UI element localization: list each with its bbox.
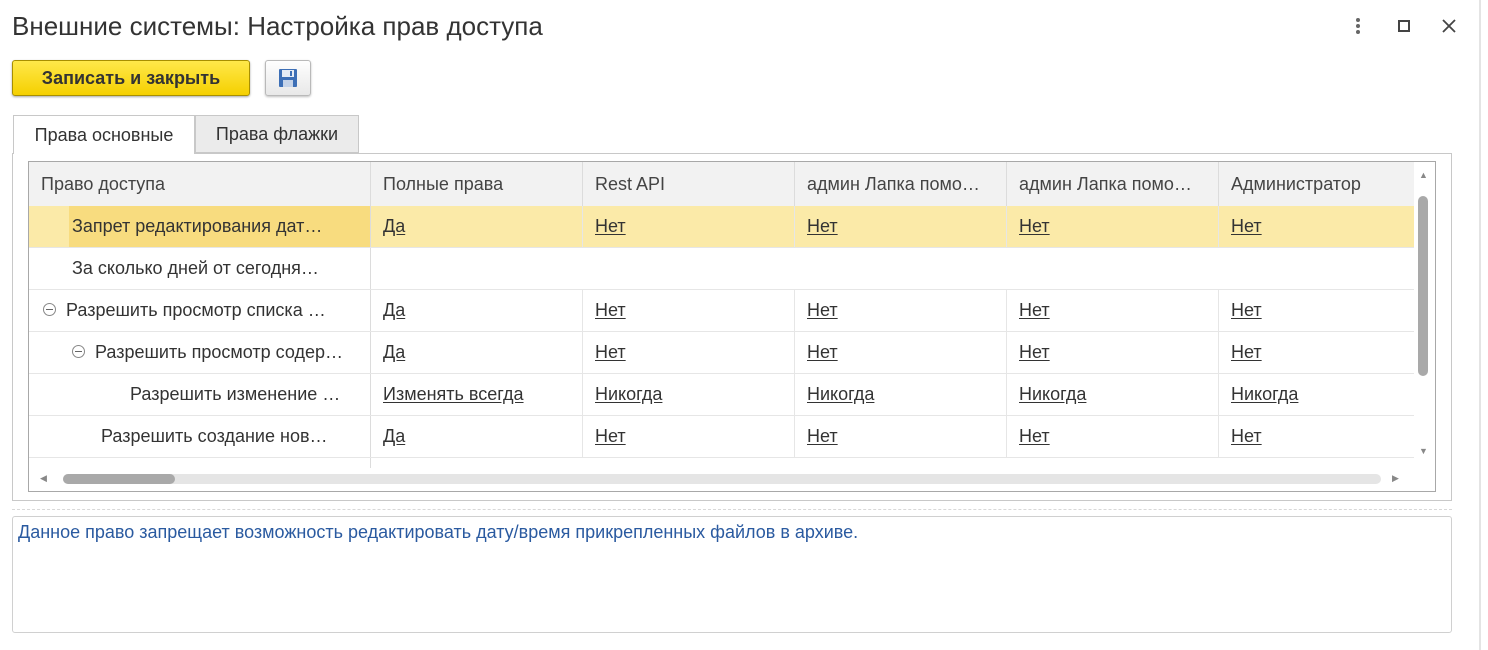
right-value-link[interactable]: Да: [383, 342, 405, 362]
save-button[interactable]: [265, 60, 311, 96]
window-title: Внешние системы: Настройка прав доступа: [12, 11, 543, 41]
tab-flag-rights-label: Права флажки: [215, 123, 339, 144]
column-header-admin-lapka-1[interactable]: админ Лапка помо…: [795, 162, 1007, 206]
close-icon: [1442, 19, 1456, 33]
right-value-link[interactable]: Никогда: [807, 384, 874, 404]
table-row[interactable]: За сколько дней от сегодня…: [29, 248, 1414, 290]
rights-table[interactable]: Право доступа Полные права Rest API адми…: [28, 161, 1436, 492]
maximize-icon: [1398, 20, 1410, 32]
right-value-link[interactable]: Нет: [1231, 216, 1262, 236]
right-name-cell: [29, 458, 371, 468]
save-and-close-button[interactable]: Записать и закрыть: [12, 60, 250, 96]
description-box: Данное право запрещает возможность редак…: [12, 516, 1452, 633]
right-value-link[interactable]: Нет: [807, 426, 838, 446]
vertical-scrollbar[interactable]: ▲ ▼: [1414, 162, 1435, 460]
right-value-link[interactable]: Изменять всегда: [383, 384, 524, 404]
collapse-icon[interactable]: [43, 302, 56, 316]
right-value-link[interactable]: Нет: [1231, 300, 1262, 320]
right-value-link[interactable]: Никогда: [1019, 384, 1086, 404]
empty-values-cell: [371, 248, 1414, 289]
scroll-right-arrow-icon[interactable]: ▶: [1392, 473, 1399, 484]
right-name: Разрешить изменение …: [29, 374, 371, 415]
right-value-link[interactable]: Нет: [595, 216, 626, 236]
table-row[interactable]: Разрешить просмотр списка … Да Нет Нет Н…: [29, 290, 1414, 332]
table-row[interactable]: Запрет редактирования дат… Да Нет Нет Не…: [29, 206, 1414, 248]
splitter[interactable]: [12, 509, 1452, 510]
right-name-cell: Разрешить просмотр содер…: [29, 332, 371, 373]
right-value-link[interactable]: Да: [383, 426, 405, 446]
right-value-link[interactable]: Нет: [1019, 300, 1050, 320]
right-name: Разрешить просмотр содер…: [95, 342, 343, 362]
right-name-cell: Запрет редактирования дат…: [29, 206, 371, 247]
right-name: Запрет редактирования дат…: [69, 206, 370, 247]
column-header-administrator[interactable]: Администратор: [1219, 162, 1414, 206]
table-row[interactable]: Разрешить создание нов… Да Нет Нет Нет Н…: [29, 416, 1414, 458]
close-button[interactable]: [1437, 14, 1461, 38]
save-and-close-label: Записать и закрыть: [41, 67, 221, 88]
table-row-partial: [29, 458, 1414, 468]
window-edge: [1479, 0, 1481, 650]
right-value-link[interactable]: Нет: [595, 426, 626, 446]
more-vertical-icon: [1356, 18, 1360, 34]
right-value-link[interactable]: Нет: [807, 216, 838, 236]
right-value-link[interactable]: Да: [383, 216, 405, 236]
right-value-link[interactable]: Да: [383, 300, 405, 320]
horizontal-scroll-track[interactable]: [63, 474, 1381, 484]
right-value-link[interactable]: Нет: [1019, 426, 1050, 446]
scroll-left-arrow-icon[interactable]: ◀: [40, 473, 47, 484]
right-value-link[interactable]: Никогда: [1231, 384, 1298, 404]
scroll-down-arrow-icon[interactable]: ▼: [1419, 446, 1428, 456]
right-value-link[interactable]: Нет: [595, 342, 626, 362]
maximize-button[interactable]: [1392, 14, 1416, 38]
right-name: Разрешить просмотр списка …: [66, 300, 326, 320]
table-row[interactable]: Разрешить изменение … Изменять всегда Ни…: [29, 374, 1414, 416]
right-name-cell: Разрешить просмотр списка …: [29, 290, 371, 331]
table-row[interactable]: Разрешить просмотр содер… Да Нет Нет Нет…: [29, 332, 1414, 374]
more-menu-button[interactable]: [1346, 14, 1370, 38]
column-header-right[interactable]: Право доступа: [29, 162, 371, 206]
tab-flag-rights[interactable]: Права флажки: [195, 115, 359, 153]
tab-basic-rights[interactable]: Права основные: [13, 115, 195, 154]
description-text: Данное право запрещает возможность редак…: [18, 522, 859, 542]
right-name: За сколько дней от сегодня…: [29, 248, 371, 289]
floppy-disk-icon: [279, 69, 297, 87]
right-value-link[interactable]: Нет: [1231, 426, 1262, 446]
collapse-icon[interactable]: [72, 344, 85, 358]
horizontal-scrollbar[interactable]: ◀ ▶: [29, 468, 1414, 490]
vertical-scroll-thumb[interactable]: [1418, 196, 1428, 376]
column-header-admin-lapka-2[interactable]: админ Лапка помо…: [1007, 162, 1219, 206]
right-name: Разрешить создание нов…: [29, 416, 371, 457]
right-value-link[interactable]: Нет: [807, 342, 838, 362]
tab-basic-rights-label: Права основные: [34, 124, 174, 145]
right-value-link[interactable]: Нет: [1019, 216, 1050, 236]
right-value-link[interactable]: Нет: [595, 300, 626, 320]
table-header: Право доступа Полные права Rest API адми…: [29, 162, 1414, 207]
right-value-link[interactable]: Нет: [1019, 342, 1050, 362]
right-value-link[interactable]: Никогда: [595, 384, 662, 404]
horizontal-scroll-thumb[interactable]: [63, 474, 175, 484]
column-header-rest-api[interactable]: Rest API: [583, 162, 795, 206]
right-value-link[interactable]: Нет: [807, 300, 838, 320]
right-value-link[interactable]: Нет: [1231, 342, 1262, 362]
column-header-full-rights[interactable]: Полные права: [371, 162, 583, 206]
scroll-up-arrow-icon[interactable]: ▲: [1419, 170, 1428, 180]
